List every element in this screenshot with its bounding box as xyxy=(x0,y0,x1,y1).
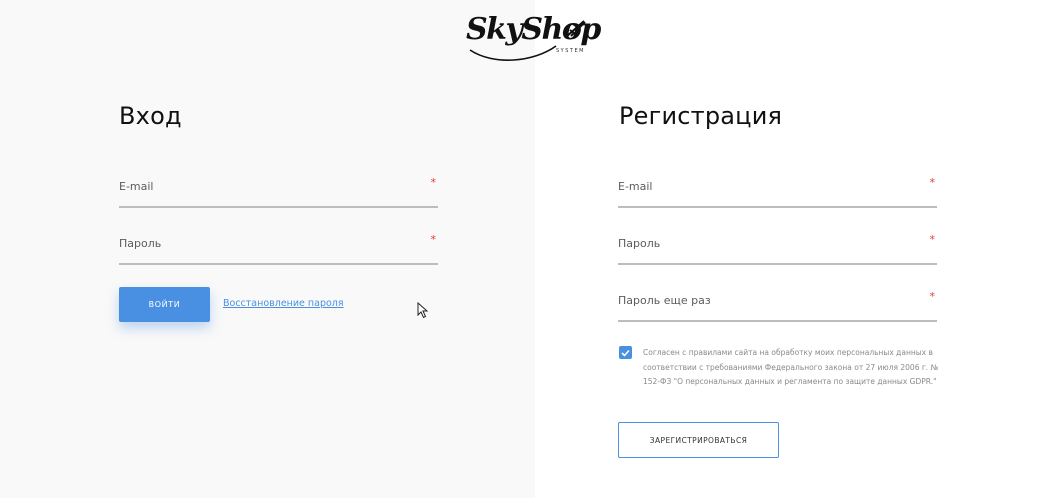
register-email-field[interactable]: E-mail * xyxy=(618,176,937,208)
register-title: Регистрация xyxy=(619,102,783,130)
login-password-field[interactable]: Пароль * xyxy=(119,233,438,265)
required-marker: * xyxy=(929,290,936,303)
login-title: Вход xyxy=(119,102,182,130)
logo-subtitle: SYSTEM xyxy=(556,48,585,54)
password-recovery-link[interactable]: Восстановление пароля xyxy=(223,298,344,309)
register-button[interactable]: ЗАРЕГИСТРИРОВАТЬСЯ xyxy=(618,422,779,458)
required-marker: * xyxy=(430,233,437,246)
login-email-field[interactable]: E-mail * xyxy=(119,176,438,208)
register-password-repeat-field[interactable]: Пароль еще раз * xyxy=(618,290,937,322)
login-password-label: Пароль xyxy=(119,237,162,250)
register-email-label: E-mail xyxy=(618,180,653,193)
required-marker: * xyxy=(929,233,936,246)
login-email-label: E-mail xyxy=(119,180,154,193)
register-password-label: Пароль xyxy=(618,237,661,250)
checkmark-icon xyxy=(621,349,630,357)
register-password-field[interactable]: Пароль * xyxy=(618,233,937,265)
consent-text: Согласен с правилами сайта на обработку … xyxy=(643,348,939,386)
required-marker: * xyxy=(929,176,936,189)
login-button[interactable]: ВОЙТИ xyxy=(119,287,210,322)
consent-checkbox[interactable] xyxy=(619,346,632,359)
plane-icon xyxy=(565,20,586,38)
mouse-cursor-icon xyxy=(417,302,429,319)
skyshop-logo[interactable]: SkyShop SYSTEM xyxy=(464,8,601,68)
required-marker: * xyxy=(430,176,437,189)
register-password-repeat-label: Пароль еще раз xyxy=(618,294,711,307)
